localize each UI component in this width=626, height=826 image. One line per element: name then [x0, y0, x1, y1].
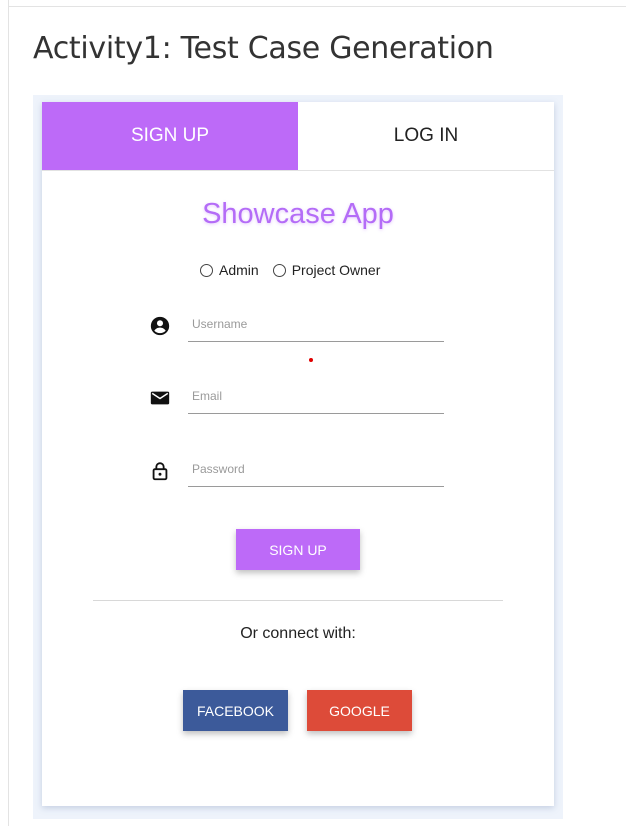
mail-icon — [149, 387, 171, 409]
facebook-button[interactable]: FACEBOOK — [183, 690, 288, 731]
tab-sign-up[interactable]: SIGN UP — [42, 102, 298, 170]
connect-with-label: Or connect with: — [240, 625, 356, 642]
signup-card: SIGN UP LOG IN Showcase App Admin Projec… — [42, 102, 554, 806]
radio-admin[interactable]: Admin — [200, 262, 259, 278]
divider — [93, 600, 503, 601]
password-field-group — [149, 452, 449, 492]
lock-icon — [149, 460, 171, 482]
tab-log-in[interactable]: LOG IN — [298, 102, 554, 170]
radio-circle-icon — [200, 263, 213, 277]
google-button[interactable]: GOOGLE — [307, 690, 412, 731]
email-input[interactable] — [188, 379, 444, 414]
email-field-group — [149, 379, 449, 419]
cursor-marker — [309, 358, 313, 362]
password-input[interactable] — [188, 452, 444, 487]
radio-circle-icon — [272, 263, 286, 277]
sign-up-button[interactable]: SIGN UP — [236, 529, 360, 570]
page-frame-top-border — [8, 6, 626, 7]
radio-admin-label: Admin — [219, 262, 259, 278]
page-title: Activity1: Test Case Generation — [33, 31, 494, 66]
page-frame-left-border — [8, 0, 9, 826]
radio-project-owner-label: Project Owner — [291, 262, 381, 278]
role-radio-group: Admin Project Owner — [200, 262, 394, 278]
username-input[interactable] — [188, 307, 444, 342]
username-field-group — [149, 307, 449, 347]
page: Activity1: Test Case Generation SIGN UP … — [0, 0, 626, 826]
app-title: Showcase App — [202, 198, 394, 230]
radio-project-owner[interactable]: Project Owner — [272, 262, 381, 278]
account-circle-icon — [149, 315, 171, 337]
auth-tabs: SIGN UP LOG IN — [42, 102, 554, 171]
